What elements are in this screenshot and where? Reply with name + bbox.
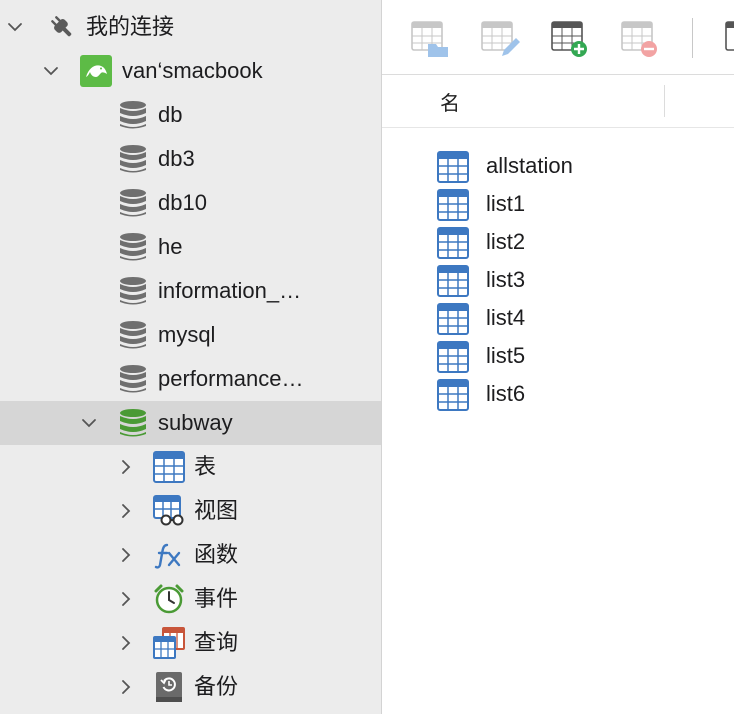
table-icon xyxy=(437,151,469,183)
sidebar-item-database[interactable]: db xyxy=(0,93,381,137)
database-label: db3 xyxy=(158,146,195,171)
sidebar-item-label: 函数 xyxy=(194,542,239,567)
sidebar-item-database-selected[interactable]: subway xyxy=(0,401,381,445)
query-icon xyxy=(153,627,185,659)
database-icon xyxy=(117,231,149,263)
table-icon xyxy=(153,451,185,483)
function-icon xyxy=(153,539,185,571)
database-label: mysql xyxy=(158,322,216,347)
database-label: db10 xyxy=(158,190,207,215)
table-icon xyxy=(437,227,469,259)
backup-icon xyxy=(153,671,185,703)
database-icon xyxy=(117,363,149,395)
chevron-right-icon[interactable] xyxy=(117,546,135,564)
table-name: list3 xyxy=(486,267,526,292)
sidebar-item-label: 事件 xyxy=(194,586,239,611)
database-icon xyxy=(117,187,149,219)
table-icon xyxy=(437,341,469,373)
column-header: 名 xyxy=(382,75,734,128)
design-table-button[interactable] xyxy=(480,20,520,60)
toolbar-separator xyxy=(692,18,693,58)
connection-row[interactable]: van‘smacbook xyxy=(0,49,381,93)
more-toolbar-button[interactable] xyxy=(724,20,734,60)
name-column-header[interactable]: 名 xyxy=(440,87,460,116)
chevron-right-icon[interactable] xyxy=(117,634,135,652)
list-item[interactable]: list3 xyxy=(382,262,734,300)
sidebar-item-database[interactable]: performance… xyxy=(0,357,381,401)
sidebar-item-database[interactable]: db3 xyxy=(0,137,381,181)
database-icon xyxy=(117,319,149,351)
sidebar-item-label: 查询 xyxy=(194,630,239,655)
table-icon xyxy=(437,265,469,297)
sidebar-item-backups[interactable]: 备份 xyxy=(0,665,381,709)
database-label: db xyxy=(158,102,183,127)
list-item[interactable]: allstation xyxy=(382,148,734,186)
toolbar xyxy=(382,0,734,75)
table-icon xyxy=(437,303,469,335)
connection-group-label: 我的连接 xyxy=(86,14,175,39)
table-icon xyxy=(437,379,469,411)
list-item[interactable]: list4 xyxy=(382,300,734,338)
plug-icon xyxy=(46,11,78,43)
chevron-right-icon[interactable] xyxy=(117,502,135,520)
new-table-button[interactable] xyxy=(550,20,590,60)
column-divider[interactable] xyxy=(664,85,665,117)
connection-group-row[interactable]: 我的连接 xyxy=(0,5,381,49)
sidebar-item-database[interactable]: mysql xyxy=(0,313,381,357)
sidebar-item-database[interactable]: db10 xyxy=(0,181,381,225)
list-item[interactable]: list1 xyxy=(382,186,734,224)
sidebar-item-database[interactable]: he xyxy=(0,225,381,269)
database-label: subway xyxy=(158,410,233,435)
sidebar-item-events[interactable]: 事件 xyxy=(0,577,381,621)
delete-table-button[interactable] xyxy=(620,20,660,60)
chevron-right-icon[interactable] xyxy=(117,458,135,476)
chevron-down-icon[interactable] xyxy=(42,62,60,80)
table-name: allstation xyxy=(486,153,573,178)
chevron-right-icon[interactable] xyxy=(117,590,135,608)
connection-label: van‘smacbook xyxy=(122,58,263,83)
database-label: information_… xyxy=(158,278,302,303)
table-name: list6 xyxy=(486,381,526,406)
navigation-sidebar: 我的连接 van‘smacbook db db3 db10 he informa… xyxy=(0,0,382,714)
chevron-down-icon[interactable] xyxy=(80,414,98,432)
alarm-clock-icon xyxy=(153,583,185,615)
sidebar-item-label: 表 xyxy=(194,454,217,479)
view-icon xyxy=(153,495,185,527)
list-item[interactable]: list6 xyxy=(382,376,734,414)
database-label: he xyxy=(158,234,183,259)
chevron-right-icon[interactable] xyxy=(117,678,135,696)
sidebar-item-functions[interactable]: 函数 xyxy=(0,533,381,577)
sidebar-item-database[interactable]: information_… xyxy=(0,269,381,313)
list-item[interactable]: list5 xyxy=(382,338,734,376)
sidebar-item-views[interactable]: 视图 xyxy=(0,489,381,533)
sidebar-item-label: 视图 xyxy=(194,498,239,523)
mysql-icon xyxy=(80,55,112,87)
table-name: list2 xyxy=(486,229,526,254)
sidebar-item-queries[interactable]: 查询 xyxy=(0,621,381,665)
table-name: list5 xyxy=(486,343,526,368)
table-icon xyxy=(437,189,469,221)
chevron-down-icon[interactable] xyxy=(6,18,24,36)
sidebar-item-tables[interactable]: 表 xyxy=(0,445,381,489)
table-name: list4 xyxy=(486,305,526,330)
table-name: list1 xyxy=(486,191,526,216)
list-item[interactable]: list2 xyxy=(382,224,734,262)
open-table-button[interactable] xyxy=(410,20,450,60)
database-label: performance… xyxy=(158,366,304,391)
database-icon xyxy=(117,275,149,307)
database-icon xyxy=(117,407,149,439)
database-icon xyxy=(117,143,149,175)
database-icon xyxy=(117,99,149,131)
sidebar-item-label: 备份 xyxy=(194,674,239,699)
